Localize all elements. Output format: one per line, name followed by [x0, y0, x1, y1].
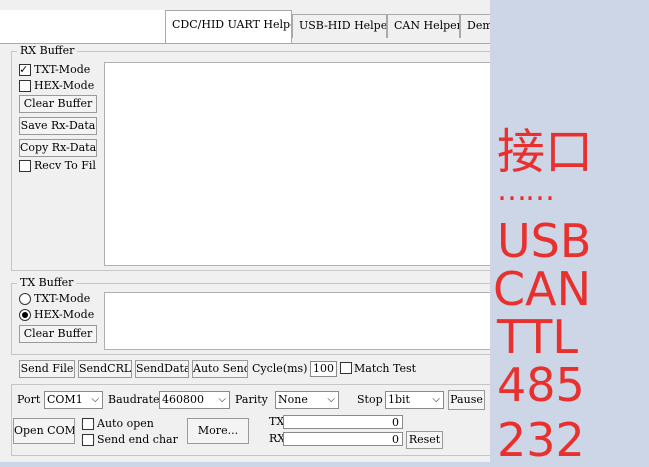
overlay-can-text: CAN: [493, 262, 591, 316]
send-crlf-button[interactable]: SendCRLF: [78, 360, 132, 378]
tx-count-field: 0: [283, 415, 403, 429]
parity-select[interactable]: None ⌵: [275, 391, 339, 409]
overlay-interface-text: 接口: [497, 124, 594, 180]
tx-txt-mode-radio[interactable]: [19, 293, 31, 305]
stop-bits-value: 1bit: [388, 393, 410, 406]
overlay-485-text: 485: [497, 358, 585, 412]
tab-can-helper[interactable]: CAN Helper: [387, 14, 460, 38]
tab-header-blank: [0, 10, 165, 44]
stop-bits-select[interactable]: 1bit ⌵: [385, 391, 444, 409]
rx-text-area[interactable]: [104, 62, 490, 266]
parity-value: None: [278, 393, 308, 406]
overlay-ellipsis-text: ……: [497, 173, 555, 208]
overlay-ttl-text: TTL: [497, 310, 579, 364]
save-rx-data-button[interactable]: Save Rx-Data: [19, 117, 97, 135]
cycle-ms-label: Cycle(ms): [252, 362, 308, 375]
tx-count-label: TX: [269, 415, 285, 428]
tab-demo[interactable]: Demo: [460, 14, 490, 38]
more-button[interactable]: More...: [187, 418, 249, 444]
pause-button[interactable]: Pause: [448, 390, 485, 410]
match-test-label: Match Test: [354, 362, 417, 375]
tab-cdc-hid-uart-helper[interactable]: CDC/HID UART Helper: [165, 10, 292, 44]
chevron-down-icon: ⌵: [218, 394, 226, 405]
tx-txt-mode-label: TXT-Mode: [34, 292, 91, 305]
rx-txt-mode-label: TXT-Mode: [34, 63, 91, 76]
reset-button[interactable]: Reset: [406, 431, 443, 449]
chevron-down-icon: ⌵: [432, 394, 440, 405]
recv-to-file-label: Recv To Fil: [34, 159, 96, 172]
rx-clear-buffer-button[interactable]: Clear Buffer: [19, 95, 97, 113]
port-value: COM1: [47, 393, 83, 406]
send-end-char-checkbox[interactable]: [82, 434, 94, 446]
overlay-232-text: 232: [497, 413, 585, 467]
send-data-button[interactable]: SendData: [135, 360, 189, 378]
baudrate-label: Baudrate: [108, 393, 160, 406]
port-label: Port: [17, 393, 41, 406]
auto-open-label: Auto open: [97, 417, 154, 430]
overlay-usb-text: USB: [497, 214, 592, 268]
chevron-down-icon: ⌵: [91, 394, 99, 405]
tx-hex-mode-label: HEX-Mode: [34, 308, 95, 321]
recv-to-file-checkbox[interactable]: [19, 160, 31, 172]
cycle-ms-input[interactable]: 100: [310, 361, 337, 377]
auto-send-button[interactable]: Auto Send: [192, 360, 248, 378]
tx-hex-mode-radio[interactable]: [19, 309, 31, 321]
tab-usb-hid-helper[interactable]: USB-HID Helper: [292, 14, 387, 38]
baudrate-value: 460800: [162, 393, 204, 406]
copy-rx-data-button[interactable]: Copy Rx-Data: [19, 139, 97, 157]
match-test-checkbox[interactable]: [340, 362, 352, 374]
rx-buffer-title: RX Buffer: [17, 45, 78, 57]
open-com-button[interactable]: Open COM: [13, 418, 75, 444]
send-end-char-label: Send end char: [97, 433, 178, 446]
tx-buffer-title: TX Buffer: [17, 277, 77, 289]
send-file-button[interactable]: Send File: [19, 360, 75, 378]
uart-helper-window: CDC/HID UART Helper USB-HID Helper CAN H…: [0, 0, 490, 462]
tx-clear-buffer-button[interactable]: Clear Buffer: [19, 325, 97, 343]
auto-open-checkbox[interactable]: [82, 418, 94, 430]
rx-hex-mode-checkbox[interactable]: [19, 80, 31, 92]
rx-hex-mode-label: HEX-Mode: [34, 79, 95, 92]
tx-text-area[interactable]: [104, 292, 490, 350]
chevron-down-icon: ⌵: [327, 394, 335, 405]
rx-count-field: 0: [283, 432, 403, 446]
stop-bits-label: Stop: [357, 393, 383, 406]
baudrate-select[interactable]: 460800 ⌵: [159, 391, 230, 409]
port-select[interactable]: COM1 ⌵: [44, 391, 103, 409]
rx-txt-mode-checkbox[interactable]: [19, 62, 31, 76]
parity-label: Parity: [235, 393, 268, 406]
